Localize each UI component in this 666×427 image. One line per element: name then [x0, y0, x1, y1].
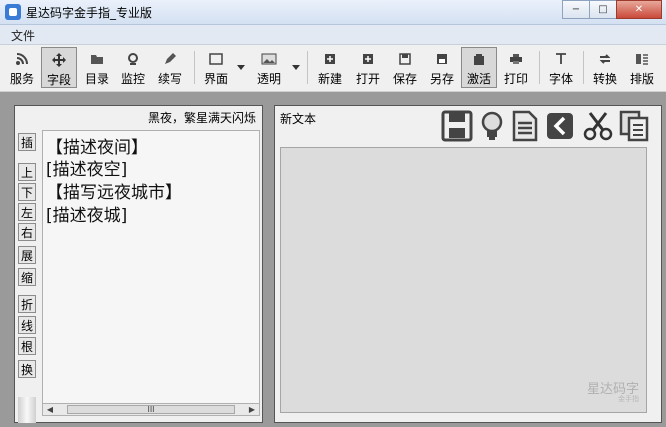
printer-icon	[508, 51, 524, 67]
window-icon	[208, 51, 224, 67]
rss-icon	[14, 51, 30, 67]
layout-icon	[634, 51, 650, 67]
side-scroll-strip[interactable]	[18, 397, 36, 423]
font-label: 字体	[548, 72, 573, 86]
field-label: 字段	[46, 73, 71, 87]
activate-icon	[471, 52, 487, 67]
catalog-button[interactable]: 目录	[81, 47, 113, 88]
scroll-left-icon[interactable]: ◀	[45, 405, 55, 414]
field-button[interactable]: 字段	[41, 47, 77, 88]
swap-icon	[597, 51, 613, 67]
scroll-thumb[interactable]: III	[67, 405, 235, 414]
print-label: 打印	[503, 72, 528, 86]
copy-icon[interactable]	[618, 110, 650, 142]
move-down-button[interactable]: 下	[18, 183, 36, 201]
title-bar: 星达码字金手指_专业版 − □ ✕	[0, 0, 666, 25]
save-icon	[397, 51, 413, 67]
image-icon	[261, 51, 277, 67]
horizontal-scrollbar[interactable]: ◀ III ▶	[42, 403, 260, 416]
text-editor[interactable]	[280, 147, 647, 413]
open-file-icon	[360, 51, 376, 67]
minimize-button[interactable]: −	[562, 0, 590, 19]
ui-button[interactable]: 界面	[200, 47, 232, 88]
ui-label: 界面	[203, 72, 228, 86]
cut-scissors-icon[interactable]	[582, 110, 614, 142]
monitor-button[interactable]: 监控	[117, 47, 149, 88]
window-title: 星达码字金手指_专业版	[26, 6, 153, 20]
replace-button[interactable]: 换	[18, 360, 36, 378]
outline-panel: 黑夜，繁星满天闪烁 插 上 下 左 右 展 缩 折 线 根 换 【描述夜间】 […	[14, 105, 263, 423]
convert-label: 转换	[592, 72, 617, 86]
line-button[interactable]: 线	[18, 316, 36, 334]
continue-write-label: 续写	[157, 72, 182, 86]
transparent-button[interactable]: 透明	[253, 47, 285, 88]
convert-button[interactable]: 转换	[589, 47, 621, 88]
pen-icon	[162, 51, 178, 67]
activate-button[interactable]: 激活	[461, 47, 497, 88]
toolbar-separator	[539, 51, 540, 84]
font-icon	[553, 51, 569, 67]
idea-bulb-icon[interactable]	[476, 110, 508, 142]
layout-button[interactable]: 排版	[625, 47, 659, 88]
menu-file[interactable]: 文件	[11, 27, 35, 44]
toolbar: 服务 字段 目录 监控 续写 界面 透明 新建 打开 保存 另存 激活 打印 字…	[0, 45, 666, 92]
move-right-button[interactable]: 右	[18, 223, 36, 241]
back-arrow-icon[interactable]	[546, 112, 578, 144]
move-icon	[51, 52, 67, 68]
monitor-label: 监控	[120, 72, 145, 86]
save-as-label: 另存	[429, 72, 454, 86]
print-button[interactable]: 打印	[500, 47, 532, 88]
content-area: 黑夜，繁星满天闪烁 插 上 下 左 右 展 缩 折 线 根 换 【描述夜间】 […	[0, 92, 666, 427]
document-icon[interactable]	[509, 110, 541, 142]
service-button[interactable]: 服务	[6, 47, 38, 88]
outline-line[interactable]: [描述夜空]	[46, 155, 127, 180]
save-as-button[interactable]: 另存	[425, 47, 459, 88]
root-button[interactable]: 根	[18, 337, 36, 355]
transparent-label: 透明	[256, 72, 281, 86]
save-label: 保存	[392, 72, 417, 86]
expand-button[interactable]: 展	[18, 246, 36, 264]
outline-editor[interactable]: 【描述夜间】 [描述夜空] 【描写远夜城市】 [描述夜城]	[42, 130, 260, 404]
save-button[interactable]: 保存	[388, 47, 422, 88]
layout-label: 排版	[629, 72, 654, 86]
outline-line[interactable]: 【描写远夜城市】	[46, 178, 182, 203]
text-panel: 新文本 星达码字 金手指	[274, 105, 662, 423]
watermark-sub: 金手指	[618, 395, 639, 403]
monitor-icon	[125, 51, 141, 67]
transparent-dropdown-arrow[interactable]	[292, 65, 300, 70]
move-left-button[interactable]: 左	[18, 203, 36, 221]
new-file-icon	[322, 51, 338, 67]
text-panel-title: 新文本	[280, 112, 317, 126]
fold-button[interactable]: 折	[18, 295, 36, 313]
ui-dropdown-arrow[interactable]	[237, 65, 245, 70]
folder-icon	[89, 51, 105, 67]
insert-button[interactable]: 插	[18, 133, 36, 151]
maximize-button[interactable]: □	[589, 0, 617, 19]
menu-bar: 文件	[0, 25, 666, 45]
continue-write-button[interactable]: 续写	[154, 47, 186, 88]
save-disk-icon[interactable]	[441, 110, 473, 142]
scroll-right-icon[interactable]: ▶	[247, 405, 257, 414]
font-button[interactable]: 字体	[545, 47, 577, 88]
new-button[interactable]: 新建	[313, 47, 347, 88]
new-label: 新建	[317, 72, 342, 86]
activate-label: 激活	[466, 72, 491, 86]
service-label: 服务	[9, 72, 34, 86]
toolbar-separator	[194, 51, 195, 84]
window-controls: − □ ✕	[562, 0, 662, 19]
toolbar-separator	[307, 51, 308, 84]
outline-header: 黑夜，繁星满天闪烁	[147, 111, 256, 125]
toolbar-separator	[583, 51, 584, 84]
close-button[interactable]: ✕	[616, 0, 662, 19]
app-icon	[5, 4, 21, 20]
catalog-label: 目录	[84, 72, 109, 86]
move-up-button[interactable]: 上	[18, 163, 36, 181]
open-button[interactable]: 打开	[351, 47, 385, 88]
save-as-icon	[434, 51, 450, 67]
outline-line[interactable]: [描述夜城]	[46, 201, 127, 226]
open-label: 打开	[355, 72, 380, 86]
collapse-button[interactable]: 缩	[18, 268, 36, 286]
